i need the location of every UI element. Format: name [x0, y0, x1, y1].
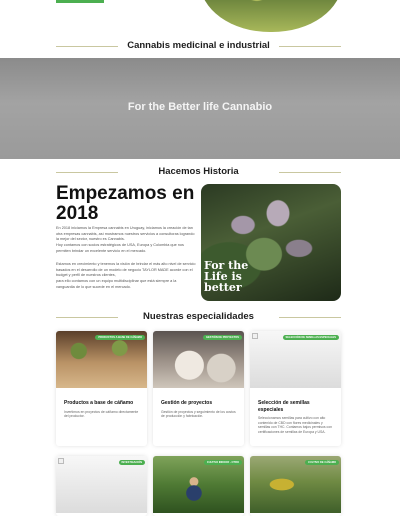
banner-text: For the Better life Cannabio — [127, 101, 273, 113]
card-image: SELECCIÓN DE SEMILLAS ESPECIALES — [250, 331, 341, 388]
card-image: PRODUCTOS A BASE DE CÁÑAMO — [56, 331, 147, 388]
history-heading: Empezamos en 2018 — [56, 183, 195, 224]
specialty-card[interactable]: CULTIVO DE CÁÑAMO — [250, 456, 341, 516]
broken-image-icon — [58, 458, 64, 464]
card-badge: GESTIÓN DE PROYECTOS — [203, 335, 242, 340]
divider-right — [279, 316, 341, 318]
card-badge: SELECCIÓN DE SEMILLAS ESPECIALES — [282, 335, 339, 340]
specialty-card[interactable]: SELECCIÓN DE SEMILLAS ESPECIALES Selecci… — [250, 331, 341, 446]
specialty-card[interactable]: GESTIÓN DE PROYECTOS Gestión de proyecto… — [153, 331, 244, 446]
card-badge: PRODUCTOS A BASE DE CÁÑAMO — [95, 335, 145, 340]
video-banner[interactable]: For the Better life Cannabio — [0, 58, 400, 159]
image-text-line: better — [204, 281, 242, 294]
hero-button-edge[interactable] — [56, 0, 104, 3]
card-title[interactable]: Gestión de proyectos — [153, 400, 244, 407]
divider-right — [279, 171, 341, 173]
broken-image-icon — [252, 333, 258, 339]
section-title-especialidades: Nuestras especialidades — [56, 311, 341, 322]
card-image: INVESTIGACIÓN — [56, 456, 147, 513]
card-image: CULTIVO DE CÁÑAMO — [250, 456, 341, 513]
hero-plant-image — [200, 0, 342, 32]
divider-left — [56, 45, 118, 47]
divider-left — [56, 316, 118, 318]
history-paragraph-2: Hoy contamos con socios estratégicos de … — [56, 243, 184, 253]
card-image: CULTIVO INDOOR - OTRO — [153, 456, 244, 513]
specialty-card[interactable]: CULTIVO INDOOR - OTRO — [153, 456, 244, 516]
divider-right — [279, 45, 341, 47]
section-title-medicinal: Cannabis medicinal e industrial — [56, 40, 341, 51]
card-badge: CULTIVO INDOOR - OTRO — [203, 460, 242, 465]
card-description: Seleccionamos semillas para cultivo con … — [258, 416, 332, 434]
card-title[interactable]: Selección de semillas especiales — [250, 400, 341, 413]
specialty-card[interactable]: PRODUCTOS A BASE DE CÁÑAMO Productos a b… — [56, 331, 147, 446]
card-description: Invertimos en proyectos de cáñamo direct… — [64, 409, 139, 419]
specialty-card[interactable]: INVESTIGACIÓN — [56, 456, 147, 516]
card-image: GESTIÓN DE PROYECTOS — [153, 331, 244, 388]
card-title[interactable]: Productos a base de cáñamo — [56, 400, 147, 407]
card-badge: INVESTIGACIÓN — [118, 460, 145, 465]
card-badge: CULTIVO DE CÁÑAMO — [305, 460, 339, 465]
section-title-text: Nuestras especialidades — [143, 311, 254, 322]
card-description: Gestión de proyectos y seguimiento de lo… — [161, 409, 236, 419]
history-image-text: For the Life is better — [204, 260, 248, 293]
history-image: For the Life is better — [201, 184, 341, 301]
history-paragraph-4: para ello contamos con un equipo multidi… — [56, 279, 177, 289]
section-title-text: Hacemos Historia — [158, 166, 239, 177]
history-paragraph-1: En 2018 iniciamos la Empresa cannabis en… — [56, 226, 195, 242]
hero-remnant — [0, 0, 400, 36]
section-title-text: Cannabis medicinal e industrial — [127, 40, 270, 51]
history-paragraph-3: Estamos en crecimiento y tenemos la visi… — [56, 262, 196, 278]
section-title-historia: Hacemos Historia — [56, 166, 341, 177]
divider-left — [56, 171, 118, 173]
